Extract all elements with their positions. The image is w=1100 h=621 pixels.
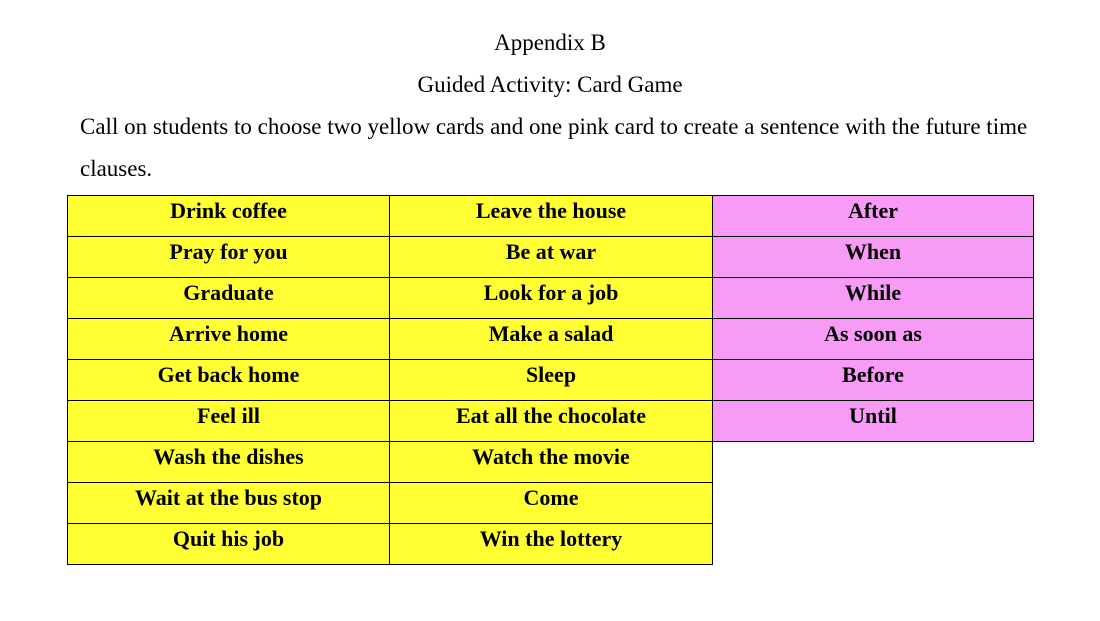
empty-cell [713, 524, 1034, 565]
yellow-card: Feel ill [67, 400, 390, 442]
yellow-card: Look for a job [389, 277, 713, 319]
table-row: Drink coffee Leave the house After [67, 195, 1034, 237]
card-table: Drink coffee Leave the house After Pray … [67, 195, 1034, 565]
yellow-card: Quit his job [67, 523, 390, 565]
table-row: Feel ill Eat all the chocolate Until [67, 400, 1034, 442]
yellow-card: Get back home [67, 359, 390, 401]
yellow-card: Be at war [389, 236, 713, 278]
table-row: Wash the dishes Watch the movie [67, 441, 1034, 483]
table-row: Quit his job Win the lottery [67, 523, 1034, 565]
empty-cell [713, 483, 1034, 524]
pink-card: Before [712, 359, 1034, 401]
empty-cell [713, 442, 1034, 483]
appendix-title: Appendix B [494, 30, 606, 55]
yellow-card: Leave the house [389, 195, 713, 237]
table-row: Wait at the bus stop Come [67, 482, 1034, 524]
pink-card: After [712, 195, 1034, 237]
yellow-card: Win the lottery [389, 523, 713, 565]
yellow-card: Wait at the bus stop [67, 482, 390, 524]
activity-subtitle: Guided Activity: Card Game [417, 72, 683, 97]
yellow-card: Sleep [389, 359, 713, 401]
yellow-card: Come [389, 482, 713, 524]
yellow-card: Watch the movie [389, 441, 713, 483]
yellow-card: Graduate [67, 277, 390, 319]
yellow-card: Make a salad [389, 318, 713, 360]
yellow-card: Wash the dishes [67, 441, 390, 483]
table-row: Graduate Look for a job While [67, 277, 1034, 319]
yellow-card: Arrive home [67, 318, 390, 360]
pink-card: Until [712, 400, 1034, 442]
table-row: Arrive home Make a salad As soon as [67, 318, 1034, 360]
table-row: Get back home Sleep Before [67, 359, 1034, 401]
pink-card: As soon as [712, 318, 1034, 360]
pink-card: While [712, 277, 1034, 319]
yellow-card: Eat all the chocolate [389, 400, 713, 442]
pink-card: When [712, 236, 1034, 278]
yellow-card: Pray for you [67, 236, 390, 278]
table-row: Pray for you Be at war When [67, 236, 1034, 278]
instructions-text: Call on students to choose two yellow ca… [80, 114, 1028, 181]
yellow-card: Drink coffee [67, 195, 390, 237]
